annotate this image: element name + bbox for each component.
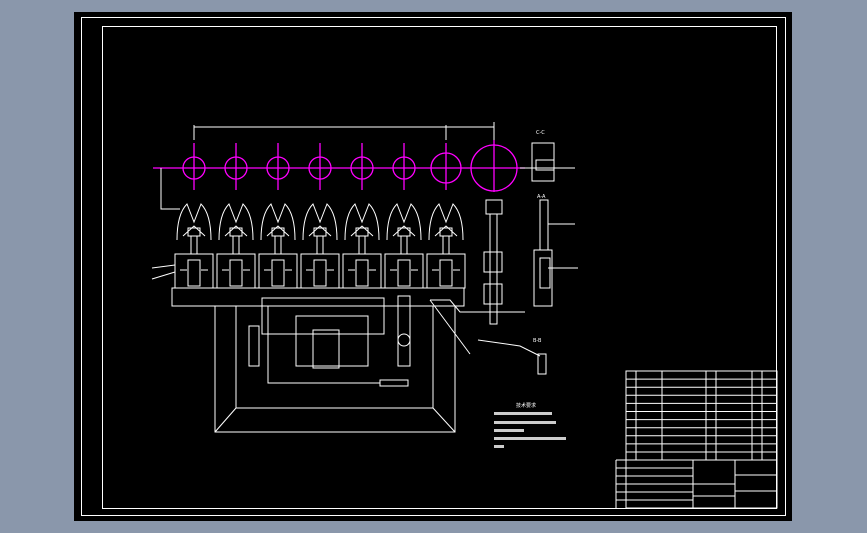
top-dimension — [193, 122, 495, 145]
clamp-jaw — [260, 203, 296, 241]
clamp-jaw — [176, 203, 212, 241]
cad-drawing: C-C A-A B-B 技术要求 — [81, 17, 786, 516]
clamp-jaw — [428, 203, 464, 241]
clamp-station — [300, 203, 340, 289]
clamp-block — [258, 253, 298, 289]
clamp-station — [384, 203, 424, 289]
machine-base — [171, 287, 525, 433]
clamp-block — [384, 253, 424, 289]
clamp-block — [174, 253, 214, 289]
clamp-station — [426, 203, 466, 289]
clamp-cylinder — [271, 259, 285, 287]
leader-line — [151, 271, 176, 280]
clamp-cylinder — [439, 259, 453, 287]
clamp-cylinder — [313, 259, 327, 287]
clamp-rod — [232, 235, 240, 255]
clamp-rod — [400, 235, 408, 255]
clamp-cylinder — [229, 259, 243, 287]
clamp-block — [426, 253, 466, 289]
notes-title: 技术要求 — [516, 402, 536, 409]
section-label: C-C — [536, 130, 545, 136]
clamp-stations — [174, 203, 466, 289]
clamp-rod — [274, 235, 282, 255]
clamp-station — [216, 203, 256, 289]
leader-line — [151, 264, 176, 269]
station-circles — [182, 143, 462, 190]
clamp-jaw — [302, 203, 338, 241]
section-label: B-B — [533, 338, 542, 344]
clamp-rod — [190, 235, 198, 255]
section-b-b: B-B — [533, 338, 542, 344]
clamp-cylinder — [397, 259, 411, 287]
technical-notes: 技术要求 — [494, 402, 566, 448]
clamp-cylinder — [187, 259, 201, 287]
clamp-block — [300, 253, 340, 289]
outer-border — [81, 17, 786, 516]
clamp-station — [258, 203, 298, 289]
clamp-cylinder — [355, 259, 369, 287]
clamp-jaw — [386, 203, 422, 241]
clamp-block — [342, 253, 382, 289]
clamp-station — [342, 203, 382, 289]
section-a-a: A-A — [533, 194, 578, 307]
clamp-block — [216, 253, 256, 289]
section-label: A-A — [537, 194, 546, 200]
clamp-jaw — [344, 203, 380, 241]
title-block — [615, 370, 778, 509]
clamp-jaw — [218, 203, 254, 241]
clamp-rod — [442, 235, 450, 255]
feed-line — [160, 168, 180, 210]
section-c-c: C-C — [520, 130, 575, 182]
clamp-station — [174, 203, 214, 289]
clamp-rod — [358, 235, 366, 255]
clamp-rod — [316, 235, 324, 255]
